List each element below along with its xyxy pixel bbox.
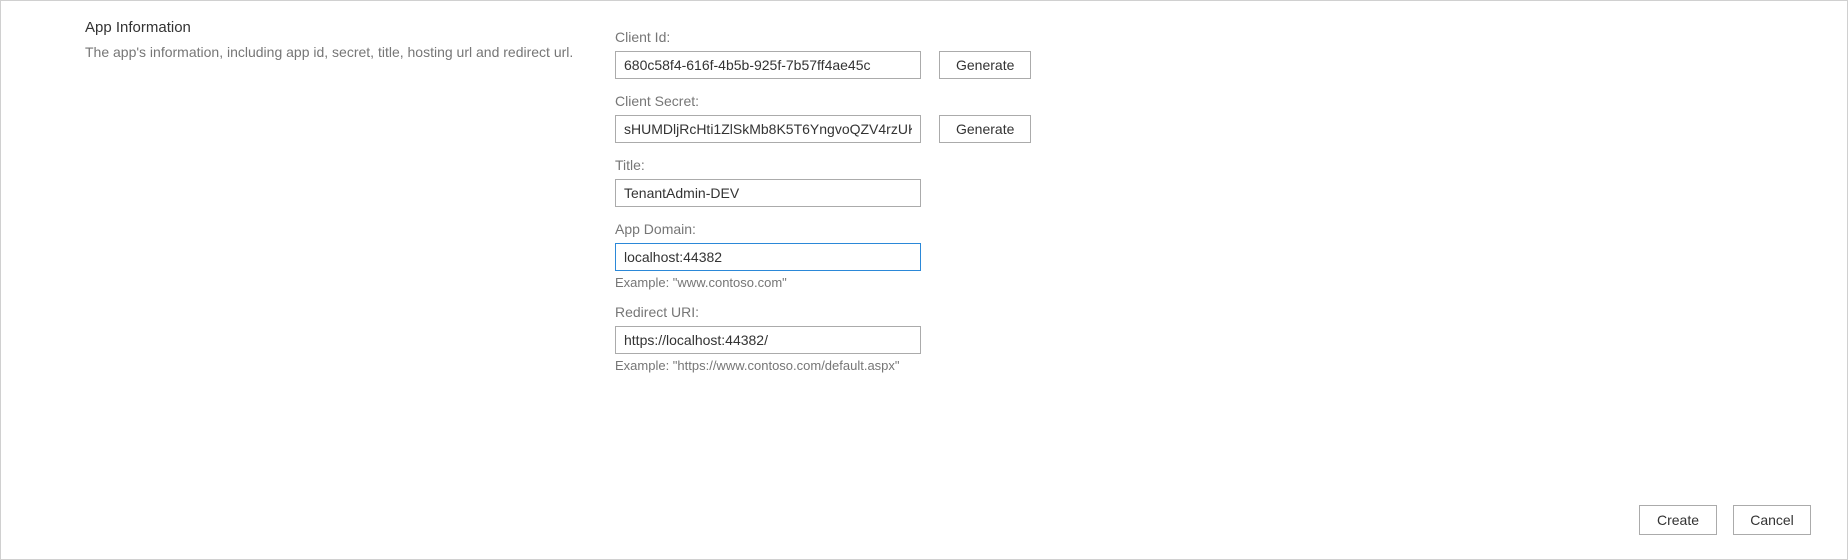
section-title: App Information xyxy=(85,19,585,36)
footer-actions: Create Cancel xyxy=(1639,505,1811,535)
generate-client-id-button[interactable]: Generate xyxy=(939,51,1031,79)
create-button[interactable]: Create xyxy=(1639,505,1717,535)
title-input[interactable] xyxy=(615,179,921,207)
app-domain-example: Example: "www.contoso.com" xyxy=(615,275,1315,290)
title-label: Title: xyxy=(615,157,1315,173)
form-fields: Client Id: Generate Client Secret: Gener… xyxy=(615,29,1315,387)
redirect-uri-example: Example: "https://www.contoso.com/defaul… xyxy=(615,358,1315,373)
app-domain-label: App Domain: xyxy=(615,221,1315,237)
section-description: The app's information, including app id,… xyxy=(85,44,585,60)
client-id-group: Client Id: Generate xyxy=(615,29,1315,79)
app-domain-input[interactable] xyxy=(615,243,921,271)
app-domain-group: App Domain: Example: "www.contoso.com" xyxy=(615,221,1315,290)
redirect-uri-input[interactable] xyxy=(615,326,921,354)
title-group: Title: xyxy=(615,157,1315,207)
section-header: App Information The app's information, i… xyxy=(85,19,585,60)
client-secret-group: Client Secret: Generate xyxy=(615,93,1315,143)
redirect-uri-group: Redirect URI: Example: "https://www.cont… xyxy=(615,304,1315,373)
client-secret-label: Client Secret: xyxy=(615,93,1315,109)
client-secret-input[interactable] xyxy=(615,115,921,143)
generate-client-secret-button[interactable]: Generate xyxy=(939,115,1031,143)
redirect-uri-label: Redirect URI: xyxy=(615,304,1315,320)
client-id-label: Client Id: xyxy=(615,29,1315,45)
app-info-panel: App Information The app's information, i… xyxy=(0,0,1848,560)
client-id-input[interactable] xyxy=(615,51,921,79)
cancel-button[interactable]: Cancel xyxy=(1733,505,1811,535)
